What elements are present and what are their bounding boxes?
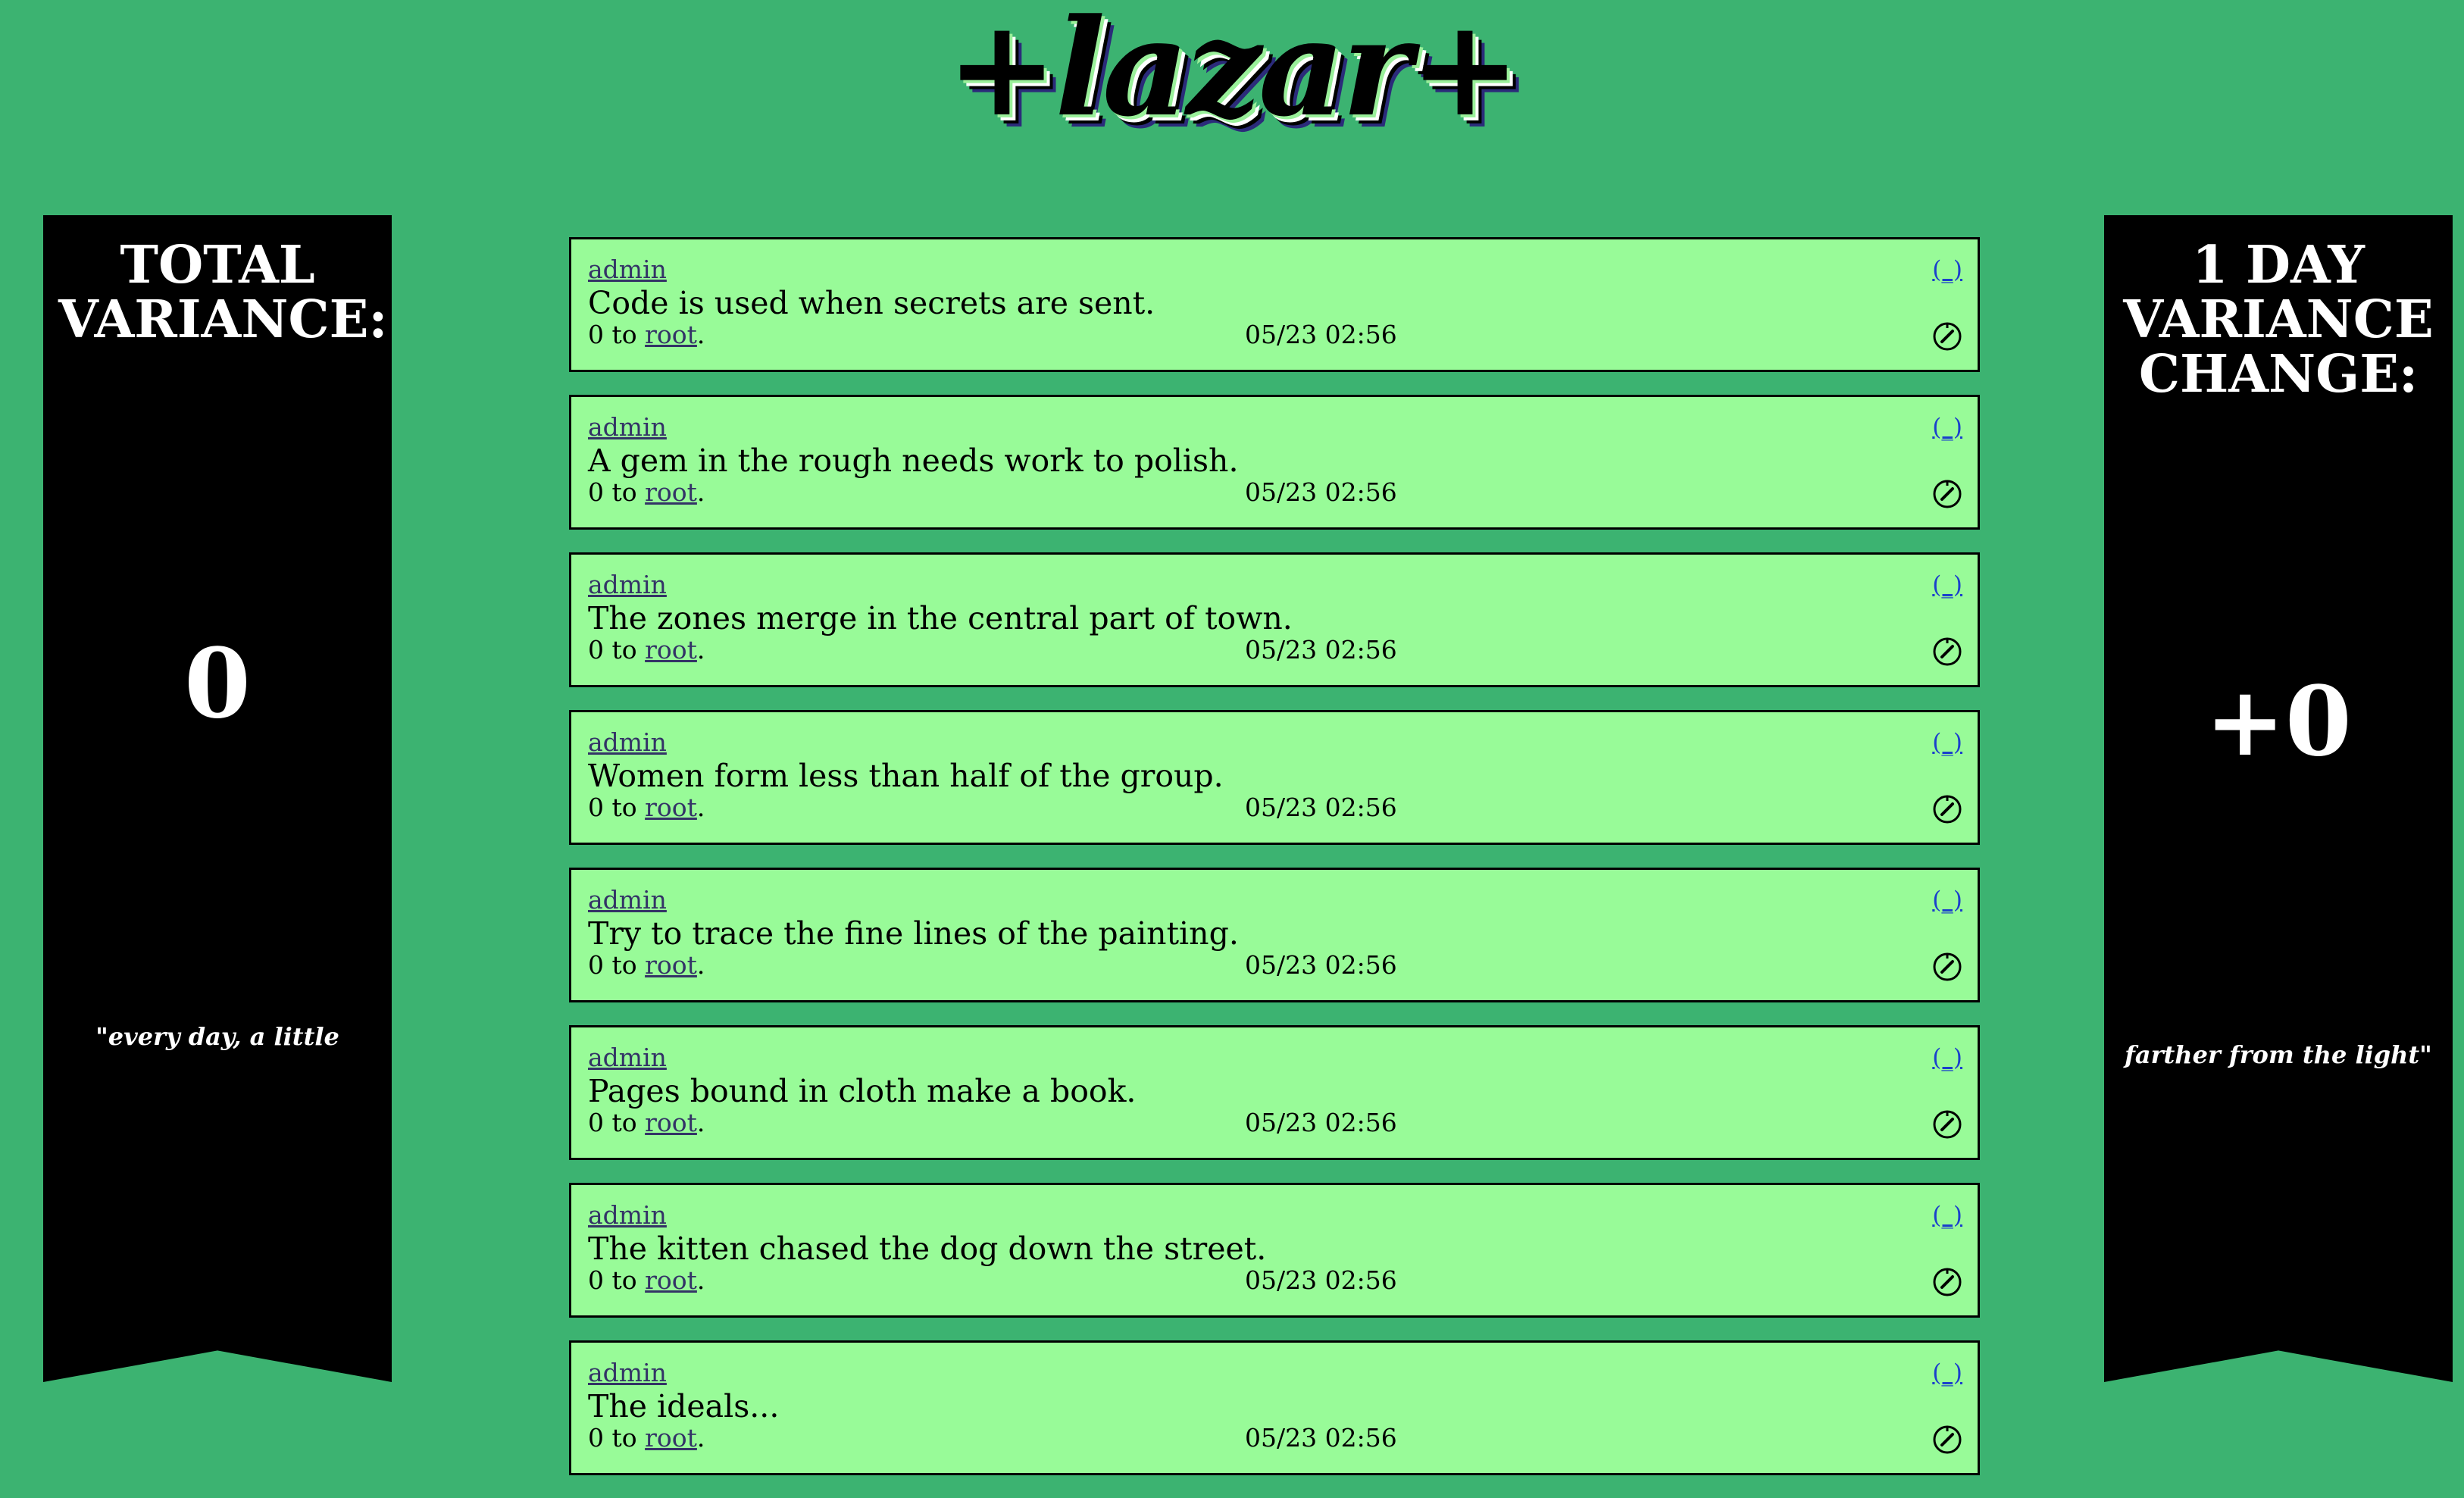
post-card: admin (_) The kitten chased the dog down… <box>569 1183 1980 1318</box>
banner-title: 1 DAY VARIANCE CHANGE: <box>2119 238 2437 402</box>
post-flag-link[interactable]: (_) <box>1932 885 1962 915</box>
post-target-link[interactable]: root <box>645 477 697 507</box>
post-timestamp: 05/23 02:56 <box>1245 477 1397 507</box>
post-timestamp: 05/23 02:56 <box>1245 320 1397 349</box>
post-meta-prefix: 0 to <box>588 950 646 980</box>
post-meta-prefix: 0 to <box>588 635 646 665</box>
post-author-link[interactable]: admin <box>588 570 667 600</box>
post-meta-prefix: 0 to <box>588 320 646 349</box>
banner-title-line: VARIANCE <box>2123 289 2434 350</box>
post-card: admin (_) Pages bound in cloth make a bo… <box>569 1025 1980 1160</box>
compass-icon[interactable] <box>1932 1267 1962 1297</box>
day-variance-banner: 1 DAY VARIANCE CHANGE: +0 farther from t… <box>2104 215 2453 1382</box>
post-timestamp: 05/23 02:56 <box>1245 1265 1397 1295</box>
post-author-link[interactable]: admin <box>588 1200 667 1231</box>
post-flag-link[interactable]: (_) <box>1932 570 1962 600</box>
post-card: admin (_) The ideals... 0 to root. 05/23… <box>569 1340 1980 1475</box>
post-meta-suffix: . <box>696 477 705 507</box>
post-meta-suffix: . <box>696 793 705 822</box>
post-meta-suffix: . <box>696 1265 705 1295</box>
post-meta-suffix: . <box>696 320 705 349</box>
post-meta-prefix: 0 to <box>588 793 646 822</box>
post-meta: 0 to root. <box>588 793 705 823</box>
compass-icon[interactable] <box>1932 1109 1962 1140</box>
post-author-link[interactable]: admin <box>588 1043 667 1073</box>
banner-title-line: 1 DAY <box>2192 235 2365 296</box>
post-timestamp: 05/23 02:56 <box>1245 1108 1397 1137</box>
post-target-link[interactable]: root <box>645 950 697 980</box>
post-timestamp: 05/23 02:56 <box>1245 635 1397 665</box>
post-target-link[interactable]: root <box>645 320 697 349</box>
post-text: The ideals... <box>588 1388 780 1425</box>
post-target-link[interactable]: root <box>645 1108 697 1137</box>
post-text: Try to trace the fine lines of the paint… <box>588 915 1239 952</box>
post-text: The kitten chased the dog down the stree… <box>588 1231 1267 1267</box>
post-meta-suffix: . <box>696 635 705 665</box>
post-text: Women form less than half of the group. <box>588 758 1224 794</box>
post-meta-suffix: . <box>696 1108 705 1137</box>
post-card: admin (_) Code is used when secrets are … <box>569 237 1980 372</box>
logo-text[interactable]: +lazar+ <box>946 2 1521 135</box>
post-author-link[interactable]: admin <box>588 727 667 758</box>
banner-title-line: VARIANCE: <box>58 289 388 350</box>
post-meta: 0 to root. <box>588 1423 705 1453</box>
post-timestamp: 05/23 02:56 <box>1245 1423 1397 1453</box>
post-flag-link[interactable]: (_) <box>1932 1200 1962 1231</box>
post-meta-suffix: . <box>696 950 705 980</box>
post-meta: 0 to root. <box>588 950 705 980</box>
post-flag-link[interactable]: (_) <box>1932 727 1962 758</box>
banner-quote: farther from the light" <box>2125 1040 2432 1069</box>
post-text: The zones merge in the central part of t… <box>588 600 1293 636</box>
banner-title: TOTAL VARIANCE: <box>58 235 388 350</box>
post-feed: admin (_) Code is used when secrets are … <box>569 237 1980 1498</box>
post-author-link[interactable]: admin <box>588 1358 667 1388</box>
banner-title-line: CHANGE: <box>2138 344 2419 405</box>
compass-icon[interactable] <box>1932 794 1962 824</box>
compass-icon[interactable] <box>1932 479 1962 509</box>
post-target-link[interactable]: root <box>645 635 697 665</box>
post-author-link[interactable]: admin <box>588 412 667 443</box>
post-meta-prefix: 0 to <box>588 1423 646 1453</box>
post-card: admin (_) A gem in the rough needs work … <box>569 395 1980 530</box>
post-flag-link[interactable]: (_) <box>1932 255 1962 285</box>
post-text: Code is used when secrets are sent. <box>588 285 1155 321</box>
post-card: admin (_) Try to trace the fine lines of… <box>569 868 1980 1002</box>
post-meta: 0 to root. <box>588 320 705 350</box>
compass-icon[interactable] <box>1932 952 1962 982</box>
post-card: admin (_) Women form less than half of t… <box>569 710 1980 845</box>
compass-icon[interactable] <box>1932 321 1962 352</box>
post-author-link[interactable]: admin <box>588 885 667 915</box>
post-flag-link[interactable]: (_) <box>1932 412 1962 443</box>
post-text: Pages bound in cloth make a book. <box>588 1073 1137 1109</box>
post-timestamp: 05/23 02:56 <box>1245 950 1397 980</box>
day-variance-value: +0 <box>2205 665 2352 777</box>
post-meta: 0 to root. <box>588 1108 705 1138</box>
post-text: A gem in the rough needs work to polish. <box>588 443 1239 479</box>
banner-quote: "every day, a little <box>95 1022 339 1051</box>
total-variance-banner: TOTAL VARIANCE: 0 "every day, a little <box>43 215 392 1382</box>
compass-icon[interactable] <box>1932 1425 1962 1455</box>
post-timestamp: 05/23 02:56 <box>1245 793 1397 822</box>
compass-icon[interactable] <box>1932 636 1962 667</box>
post-author-link[interactable]: admin <box>588 255 667 285</box>
post-target-link[interactable]: root <box>645 1423 697 1453</box>
post-meta: 0 to root. <box>588 1265 705 1296</box>
post-flag-link[interactable]: (_) <box>1932 1043 1962 1073</box>
post-card: admin (_) The zones merge in the central… <box>569 552 1980 687</box>
post-target-link[interactable]: root <box>645 793 697 822</box>
post-target-link[interactable]: root <box>645 1265 697 1295</box>
post-flag-link[interactable]: (_) <box>1932 1358 1962 1388</box>
post-meta: 0 to root. <box>588 635 705 665</box>
post-meta-suffix: . <box>696 1423 705 1453</box>
total-variance-value: 0 <box>184 627 251 740</box>
site-logo[interactable]: +lazar+ <box>0 0 2464 152</box>
post-meta-prefix: 0 to <box>588 477 646 507</box>
post-meta-prefix: 0 to <box>588 1265 646 1295</box>
banner-title-line: TOTAL <box>120 235 315 296</box>
post-meta-prefix: 0 to <box>588 1108 646 1137</box>
post-meta: 0 to root. <box>588 477 705 508</box>
